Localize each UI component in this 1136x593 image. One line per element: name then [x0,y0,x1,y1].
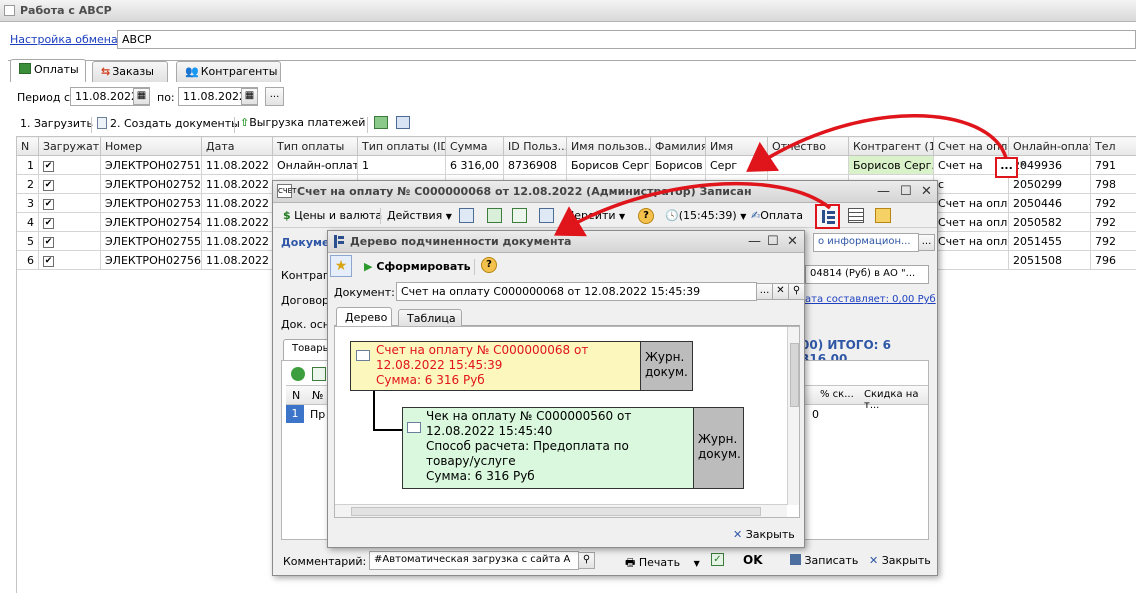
arrow-to-tree [553,181,832,237]
annotation-arrows [553,114,1008,237]
arrow-to-invoice [746,114,1008,172]
